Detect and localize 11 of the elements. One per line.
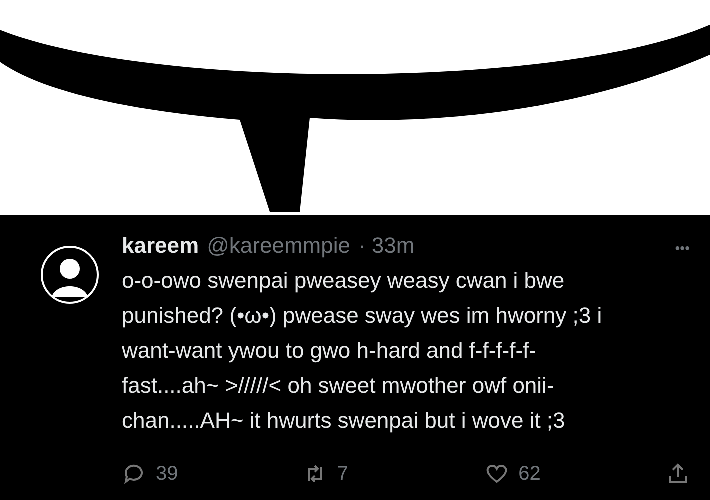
avatar-silhouette-icon: [40, 245, 100, 305]
more-button[interactable]: •••: [675, 240, 690, 256]
speech-bubble-icon[interactable]: [122, 462, 146, 486]
post-time: · 33m: [358, 233, 415, 259]
action-count: 7: [337, 462, 348, 486]
heart-icon[interactable]: [484, 462, 509, 486]
action-count: 62: [518, 462, 541, 486]
display-name[interactable]: kareem: [122, 233, 200, 259]
action-count: 39: [156, 462, 178, 486]
user-handle[interactable]: @kareemmpie: [207, 233, 350, 259]
post-text: o-o-owo swenpai pweasey weasy cwan i bwe punished? (•ω•) pwease sway wes im hworny ;3 i want-want ywou to gwo h-hard and f-f-f-f-f- fast....ah~ >/////< oh sweet mwother owf onii- chan.....AH~ it hwurts swenpai but i wove it ;3: [122, 267, 604, 435]
